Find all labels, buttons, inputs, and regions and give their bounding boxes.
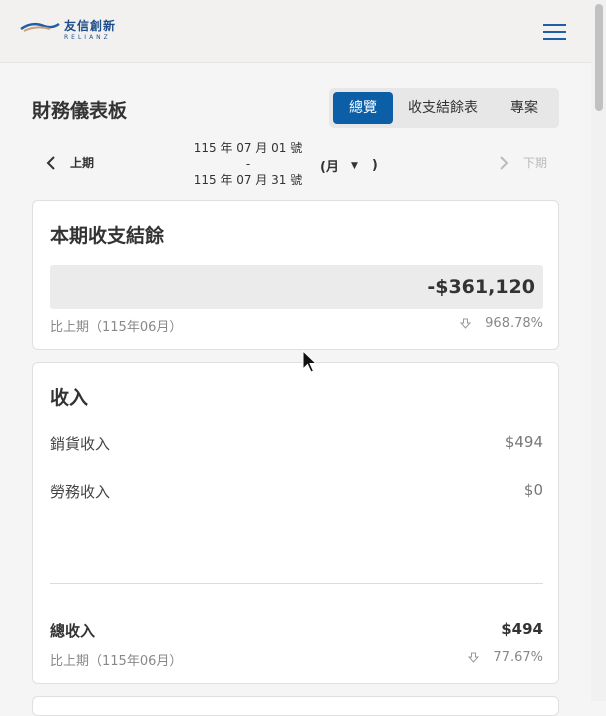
tab-overview[interactable]: 總覽 — [333, 92, 393, 124]
income-compare-value: 77.67% — [493, 650, 543, 665]
arrow-down-outline-icon — [468, 652, 480, 663]
mouse-cursor-icon — [302, 350, 318, 373]
income-compare-label: 比上期（115年06月） — [50, 654, 183, 669]
logo-chinese-name: 友信創新 — [64, 19, 117, 33]
next-period-label: 下期 — [523, 156, 548, 170]
balance-card-title: 本期收支結餘 — [50, 225, 165, 247]
previous-period-button[interactable]: 上期 — [46, 154, 94, 171]
tab-projects[interactable]: 專案 — [493, 92, 555, 124]
balance-value: -$361,120 — [50, 265, 543, 309]
top-navbar: 友信創新 RELIANZ — [0, 0, 591, 63]
arrow-down-outline-icon — [460, 318, 472, 329]
income-card: 收入 銷貨收入 $494 勞務收入 $0 總收入 $494 比上期（115年06… — [32, 362, 559, 684]
income-item-label: 勞務收入 — [50, 483, 111, 501]
income-total-label: 總收入 — [50, 622, 96, 640]
balance-compare-row: 比上期（115年06月） 968.78% — [50, 316, 543, 335]
logo-swoosh-icon — [20, 22, 60, 32]
income-total-value: $494 — [501, 620, 543, 638]
income-compare-row: 比上期（115年06月） 77.67% — [50, 650, 543, 669]
balance-compare-label: 比上期（115年06月） — [50, 320, 183, 335]
date-separator: - — [245, 157, 251, 171]
balance-compare-value: 968.78% — [485, 316, 543, 331]
income-card-title: 收入 — [50, 387, 89, 409]
view-tabs: 總覽 收支結餘表 專案 — [329, 88, 559, 128]
income-item-value: $494 — [504, 433, 543, 451]
chevron-left-icon — [46, 155, 55, 170]
next-card — [32, 696, 559, 716]
period-unit-close: ) — [371, 158, 378, 173]
period-unit-value: (月 — [320, 160, 339, 175]
date-range: 115 年 07 月 01 號 - 115 年 07 月 31 號 — [188, 140, 308, 188]
period-unit-select[interactable]: (月 ▼ ) — [320, 156, 378, 175]
scrollbar-thumb[interactable] — [595, 4, 603, 111]
start-date: 115 年 07 月 01 號 — [193, 141, 303, 155]
page-title: 財務儀表板 — [32, 100, 128, 122]
tab-balance-sheet[interactable]: 收支結餘表 — [393, 92, 493, 124]
income-item-value: $0 — [523, 481, 543, 499]
end-date: 115 年 07 月 31 號 — [193, 173, 303, 187]
logo-english-name: RELIANZ — [64, 34, 111, 41]
income-item-label: 銷貨收入 — [50, 435, 111, 453]
next-period-button[interactable]: 下期 — [499, 154, 547, 171]
hamburger-menu-icon[interactable] — [543, 23, 566, 40]
caret-down-icon: ▼ — [350, 160, 358, 171]
period-selector: 上期 115 年 07 月 01 號 - 115 年 07 月 31 號 (月 … — [32, 140, 559, 188]
chevron-right-icon — [500, 155, 509, 170]
divider — [50, 583, 543, 584]
previous-period-label: 上期 — [70, 156, 95, 170]
company-logo[interactable]: 友信創新 RELIANZ — [20, 19, 116, 42]
balance-card: 本期收支結餘 -$361,120 比上期（115年06月） 968.78% — [32, 200, 559, 350]
